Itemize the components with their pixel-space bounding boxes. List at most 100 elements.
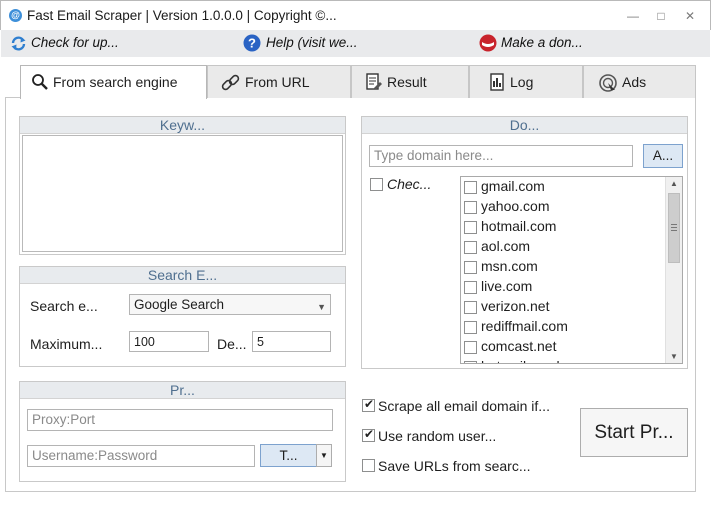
domain-label: gmail.com (481, 178, 545, 194)
scrape-all-checkbox[interactable] (362, 397, 375, 415)
domain-label: yahoo.com (481, 198, 550, 214)
check-all-checkbox[interactable] (370, 178, 383, 194)
toolbar: Check for up... ? Help (visit we... Make… (1, 30, 710, 57)
proxy-type-dropdown[interactable]: ▼ (316, 444, 332, 467)
domain-list-item[interactable]: aol.com (461, 237, 667, 257)
domain-label: hotmail.co.uk (481, 358, 563, 363)
domain-checkbox[interactable] (464, 221, 477, 234)
domain-checkbox[interactable] (464, 321, 477, 334)
proxy-header: Pr... (20, 382, 345, 399)
domains-group: Do... Type domain here... A... Chec... g… (361, 116, 688, 369)
refresh-icon (10, 35, 27, 52)
domain-checkbox[interactable] (464, 281, 477, 294)
tab-result[interactable]: Result (351, 65, 469, 98)
domain-label: verizon.net (481, 298, 550, 314)
domain-checkbox[interactable] (464, 241, 477, 254)
search-engine-select[interactable]: Google Search ▼ (129, 294, 331, 315)
domain-label: live.com (481, 278, 533, 294)
domain-label: comcast.net (481, 338, 557, 354)
tab-label: From search engine (53, 74, 178, 90)
title-bar: @ Fast Email Scraper | Version 1.0.0.0 |… (0, 0, 711, 30)
keywords-textarea[interactable] (22, 135, 343, 252)
domain-list-item[interactable]: live.com (461, 277, 667, 297)
minimize-button[interactable]: — (620, 7, 646, 25)
search-engine-group: Search E... Search e... Google Search ▼ … (19, 266, 346, 367)
domain-placeholder: Type domain here... (374, 148, 494, 163)
donate-button[interactable]: Make a don... (501, 35, 583, 50)
random-user-agent-label: Use random user... (378, 428, 497, 444)
save-urls-label: Save URLs from searc... (378, 458, 531, 474)
tab-label: Ads (622, 74, 647, 90)
domain-list-items: gmail.com yahoo.com hotmail.com aol.com msn.… (461, 177, 667, 363)
domain-list-item[interactable]: gmail.com (461, 177, 667, 197)
checkbox-box (362, 459, 375, 472)
max-results-label: Maximum... (30, 336, 103, 352)
keywords-header: Keyw... (20, 117, 345, 134)
domain-list-item[interactable]: comcast.net (461, 337, 667, 357)
chevron-down-icon: ▼ (317, 302, 326, 312)
scrape-all-label: Scrape all email domain if... (378, 398, 550, 414)
start-button[interactable]: Start Pr... (580, 408, 688, 457)
domain-list-item[interactable]: hotmail.com (461, 217, 667, 237)
domain-list-item[interactable]: rediffmail.com (461, 317, 667, 337)
domain-checkbox[interactable] (464, 181, 477, 194)
save-urls-checkbox[interactable] (362, 459, 375, 475)
svg-text:?: ? (248, 36, 256, 51)
delay-input[interactable]: 5 (252, 331, 331, 352)
help-button[interactable]: Help (visit we... (266, 35, 358, 50)
add-domain-button[interactable]: A... (643, 144, 683, 168)
proxy-group: Pr... Proxy:Port Username:Password T... … (19, 381, 346, 482)
search-icon (31, 73, 49, 91)
keywords-group: Keyw... (19, 116, 346, 255)
domain-checkbox[interactable] (464, 261, 477, 274)
scroll-thumb[interactable] (668, 193, 680, 263)
credentials-input[interactable]: Username:Password (27, 445, 255, 467)
tab-from-search-engine[interactable]: From search engine (20, 65, 207, 99)
domain-label: rediffmail.com (481, 318, 568, 334)
tab-from-url[interactable]: From URL (207, 65, 351, 98)
tab-log[interactable]: Log (469, 65, 583, 98)
domain-input[interactable]: Type domain here... (369, 145, 633, 167)
checkbox-box (362, 397, 375, 412)
check-all-label: Chec... (387, 176, 432, 192)
close-button[interactable]: ✕ (677, 7, 703, 25)
tab-label: From URL (245, 74, 310, 90)
domain-checkbox[interactable] (464, 361, 477, 363)
proxy-type-button[interactable]: T... (260, 444, 317, 467)
domains-header: Do... (362, 117, 687, 134)
domain-list-item[interactable]: hotmail.co.uk (461, 357, 667, 363)
proxy-input[interactable]: Proxy:Port (27, 409, 333, 431)
random-user-agent-checkbox[interactable] (362, 427, 375, 445)
search-engine-label: Search e... (30, 298, 98, 314)
result-icon (365, 73, 383, 91)
domain-checkbox[interactable] (464, 301, 477, 314)
domain-list-item[interactable]: verizon.net (461, 297, 667, 317)
domain-checkbox[interactable] (464, 201, 477, 214)
tab-ads[interactable]: Ads (583, 65, 696, 98)
help-icon: ? (243, 34, 261, 52)
check-updates-button[interactable]: Check for up... (31, 35, 119, 50)
credentials-placeholder: Username:Password (32, 448, 158, 463)
domain-checkbox[interactable] (464, 341, 477, 354)
tab-label: Result (387, 74, 427, 90)
domain-list-item[interactable]: yahoo.com (461, 197, 667, 217)
domain-list-item[interactable]: msn.com (461, 257, 667, 277)
checkbox-box (362, 427, 375, 442)
search-engine-header: Search E... (20, 267, 345, 284)
checkbox-box (370, 178, 383, 191)
domain-label: hotmail.com (481, 218, 557, 234)
domain-list-scrollbar[interactable]: ▲ ▼ (665, 177, 682, 363)
window-title: Fast Email Scraper | Version 1.0.0.0 | C… (27, 8, 337, 23)
scroll-up-icon[interactable]: ▲ (670, 179, 678, 188)
log-icon (488, 73, 506, 91)
donate-icon (478, 34, 498, 52)
app-icon: @ (9, 9, 22, 22)
tab-label: Log (510, 74, 534, 90)
search-engine-value: Google Search (134, 297, 225, 312)
delay-label: De... (217, 336, 247, 352)
scroll-down-icon[interactable]: ▼ (670, 352, 678, 361)
max-results-input[interactable]: 100 (129, 331, 209, 352)
maximize-button[interactable]: □ (648, 7, 674, 25)
ads-icon (598, 73, 617, 92)
domain-label: msn.com (481, 258, 538, 274)
